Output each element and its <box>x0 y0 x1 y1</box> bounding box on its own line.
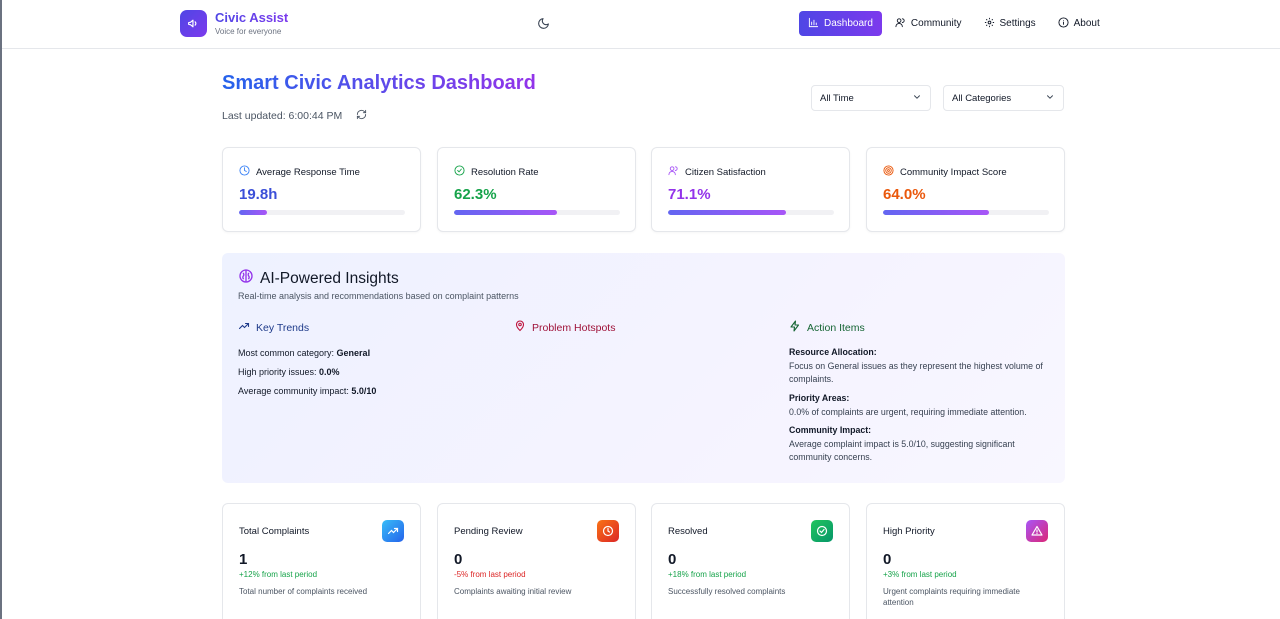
stat-description: Urgent complaints requiring immediate at… <box>883 587 1020 607</box>
stat-change: +3% from last period <box>883 570 957 579</box>
category-filter-select[interactable]: All Categories <box>943 85 1064 111</box>
map-pin-icon <box>514 320 532 335</box>
nav-label: Dashboard <box>824 18 873 29</box>
nav-about[interactable]: About <box>1049 11 1109 36</box>
metric-value: 62.3% <box>454 186 497 203</box>
stat-change: +18% from last period <box>668 570 747 579</box>
nav-label: About <box>1073 18 1100 29</box>
stat-card-resolved: Resolved 0 +18% from last period Success… <box>651 503 850 619</box>
stat-description: Successfully resolved complaints <box>668 587 786 596</box>
insights-subtitle: Real-time analysis and recommendations b… <box>238 291 519 301</box>
problem-hotspots-label: Problem Hotspots <box>532 321 616 334</box>
check-circle-icon <box>454 165 471 179</box>
nav-label: Community <box>910 18 962 29</box>
key-trends-heading: Key Trends <box>238 320 309 335</box>
stat-description: Total number of complaints received <box>239 587 368 596</box>
metric-card-citizen-satisfaction: Citizen Satisfaction 71.1% <box>651 147 850 232</box>
progress-bar <box>668 210 834 215</box>
target-icon <box>883 165 900 179</box>
stat-card-high-priority: High Priority 0 +3% from last period Urg… <box>866 503 1065 619</box>
stat-label: Resolved <box>668 526 708 537</box>
trend-line: High priority issues: 0.0% <box>238 367 340 377</box>
brand-title: Civic Assist <box>215 10 289 25</box>
key-trends-label: Key Trends <box>256 321 310 334</box>
check-circle-icon <box>811 520 833 542</box>
time-filter-select[interactable]: All Time <box>811 85 931 111</box>
nav-dashboard[interactable]: Dashboard <box>799 11 882 36</box>
trend-line: Most common category: General <box>238 348 371 358</box>
stat-value: 0 <box>668 551 677 568</box>
stat-description: Complaints awaiting initial review <box>454 587 572 596</box>
nav-settings[interactable]: Settings <box>975 11 1045 36</box>
top-navbar: Civic Assist Voice for everyone Dashboar… <box>2 0 1280 49</box>
alert-triangle-icon <box>1026 520 1048 542</box>
metric-value: 19.8h <box>239 186 278 203</box>
stat-value: 0 <box>883 551 892 568</box>
progress-fill <box>668 210 787 215</box>
progress-fill <box>883 210 990 215</box>
trending-up-icon <box>382 520 404 542</box>
refresh-icon[interactable] <box>356 109 367 123</box>
last-updated: Last updated: 6:00:44 PM <box>222 109 367 123</box>
brand-subtitle: Voice for everyone <box>215 27 282 36</box>
time-filter-value: All Time <box>820 92 854 104</box>
progress-fill <box>454 210 558 215</box>
action-item: Community Impact: Average complaint impa… <box>789 425 1015 462</box>
metric-value: 64.0% <box>883 186 926 203</box>
stat-value: 0 <box>454 551 463 568</box>
stat-card-total-complaints: Total Complaints 1 +12% from last period… <box>222 503 421 619</box>
last-updated-text: Last updated: 6:00:44 PM <box>222 110 343 122</box>
moon-icon[interactable] <box>537 17 551 31</box>
progress-bar <box>454 210 620 215</box>
stat-card-pending-review: Pending Review 0 -5% from last period Co… <box>437 503 636 619</box>
action-items-heading: Action Items <box>789 320 865 335</box>
trend-line: Average community impact: 5.0/10 <box>238 386 377 396</box>
info-icon <box>1058 16 1074 31</box>
metric-label: Resolution Rate <box>471 166 539 178</box>
progress-bar <box>239 210 405 215</box>
action-item: Priority Areas: 0.0% of complaints are u… <box>789 393 1027 417</box>
metric-card-community-impact: Community Impact Score 64.0% <box>866 147 1065 232</box>
metric-card-response-time: Average Response Time 19.8h <box>222 147 421 232</box>
action-items-label: Action Items <box>807 321 865 334</box>
main-nav: Dashboard Community Settings About <box>799 11 1113 36</box>
bar-chart-icon <box>808 17 824 31</box>
action-item: Resource Allocation: Focus on General is… <box>789 347 1043 384</box>
users-icon <box>895 17 911 31</box>
progress-bar <box>883 210 1049 215</box>
metric-label: Citizen Satisfaction <box>685 166 766 178</box>
metric-label: Average Response Time <box>256 166 360 178</box>
chevron-down-icon <box>1045 92 1055 105</box>
category-filter-value: All Categories <box>952 92 1012 104</box>
chevron-down-icon <box>912 92 922 105</box>
metric-value: 71.1% <box>668 186 711 203</box>
stat-value: 1 <box>239 551 248 568</box>
stat-label: High Priority <box>883 526 935 537</box>
stat-label: Total Complaints <box>239 526 310 537</box>
clock-icon <box>597 520 619 542</box>
clock-icon <box>239 165 256 179</box>
brand[interactable]: Civic Assist Voice for everyone <box>180 10 288 37</box>
ai-insights-panel: AI-Powered Insights Real-time analysis a… <box>222 253 1065 483</box>
stat-change: +12% from last period <box>239 570 318 579</box>
metric-label: Community Impact Score <box>900 166 1007 178</box>
gear-icon <box>984 17 1000 31</box>
zap-icon <box>789 320 807 335</box>
users-icon <box>668 165 685 179</box>
insights-title: AI-Powered Insights <box>260 269 399 287</box>
stat-change: -5% from last period <box>454 570 526 579</box>
problem-hotspots-heading: Problem Hotspots <box>514 320 615 335</box>
progress-fill <box>239 210 268 215</box>
brain-icon <box>238 268 260 289</box>
nav-label: Settings <box>999 18 1036 29</box>
metric-card-resolution-rate: Resolution Rate 62.3% <box>437 147 636 232</box>
trending-up-icon <box>238 320 256 335</box>
page-title: Smart Civic Analytics Dashboard <box>222 72 536 94</box>
nav-community[interactable]: Community <box>886 11 971 36</box>
megaphone-icon <box>180 10 207 37</box>
stat-label: Pending Review <box>454 526 523 537</box>
